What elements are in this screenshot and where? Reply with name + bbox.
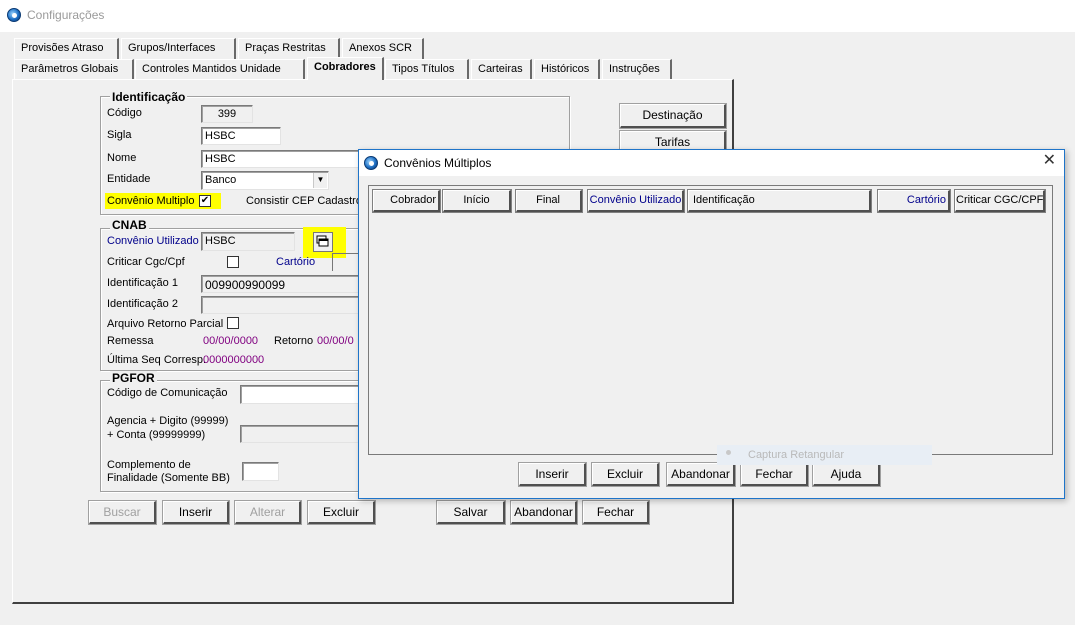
salvar-button[interactable]: Salvar	[436, 500, 506, 525]
column-header-criticar-cgc-cpf[interactable]: Criticar CGC/CPF	[954, 189, 1046, 213]
app-icon	[7, 8, 21, 22]
cartorio-label: Cartório	[276, 256, 316, 268]
tab-anexos-scr[interactable]: Anexos SCR	[342, 38, 424, 59]
codigo-label: Código	[107, 107, 142, 119]
entidade-select[interactable]: Banco ▼	[201, 171, 329, 190]
windows-stack-icon	[316, 235, 329, 247]
fechar-button[interactable]: Fechar	[582, 500, 650, 525]
tab-cobradores[interactable]: Cobradores	[307, 57, 384, 80]
inserir-button[interactable]: Inserir	[162, 500, 230, 525]
identificacao2-field[interactable]	[201, 296, 360, 314]
sigla-field[interactable]: HSBC	[201, 127, 281, 145]
convenio-utilizado-label: Convênio Utilizado	[107, 235, 199, 247]
dialog-fechar-button[interactable]: Fechar	[740, 462, 809, 487]
agencia-label-line2: + Conta (99999999)	[107, 429, 206, 441]
complemento-label-line1: Complemento de	[107, 459, 191, 471]
codigo-field: 399	[201, 105, 253, 123]
dialog-excluir-button[interactable]: Excluir	[591, 462, 660, 487]
tab-parametros-globais[interactable]: Parâmetros Globais	[14, 59, 134, 80]
criticar-cgc-checkbox[interactable]	[227, 256, 239, 268]
dialog-ajuda-button[interactable]: Ajuda	[812, 462, 881, 487]
codigo-comunicacao-label: Código de Comunicação	[107, 387, 228, 399]
ultima-seq-label: Última Seq Corresp.	[107, 354, 207, 366]
cnab-title: CNAB	[110, 218, 149, 232]
column-header-inicio[interactable]: Início	[442, 189, 512, 213]
remessa-label: Remessa	[107, 335, 154, 347]
dialog-app-icon	[364, 156, 378, 170]
close-icon[interactable]: ✕	[1043, 153, 1056, 169]
convenios-multiplos-button[interactable]	[313, 232, 333, 252]
dialog-inserir-button[interactable]: Inserir	[518, 462, 587, 487]
tab-historicos[interactable]: Históricos	[534, 59, 600, 80]
nome-field[interactable]: HSBC	[201, 150, 361, 168]
criticar-cgc-label: Criticar Cgc/Cpf	[107, 256, 185, 268]
codigo-comunicacao-field[interactable]	[240, 385, 360, 404]
complemento-field[interactable]	[242, 462, 279, 481]
dialog-title: Convênios Múltiplos	[384, 156, 492, 170]
remessa-value: 00/00/0000	[203, 335, 259, 347]
entidade-label: Entidade	[107, 173, 151, 185]
sigla-label: Sigla	[107, 129, 132, 141]
ultima-seq-value: 0000000000	[203, 354, 265, 366]
agencia-label-line1: Agencia + Digito (99999)	[107, 415, 229, 427]
excluir-button[interactable]: Excluir	[307, 500, 376, 525]
tab-tipos-titulos[interactable]: Tipos Títulos	[385, 59, 469, 80]
cartorio-field[interactable]	[332, 253, 360, 271]
column-header-final[interactable]: Final	[515, 189, 583, 213]
column-header-cobrador[interactable]: Cobrador	[372, 189, 441, 213]
identificacao2-label: Identificação 2	[107, 298, 178, 310]
convenio-multiplo-checkbox[interactable]: ✔	[199, 195, 211, 207]
identificacao1-field[interactable]: 009900990099	[201, 275, 360, 293]
arquivo-retorno-checkbox[interactable]	[227, 317, 239, 329]
radio-dot-icon	[726, 450, 731, 455]
retorno-value: 00/00/0	[317, 335, 354, 347]
tab-instrucoes[interactable]: Instruções	[602, 59, 672, 80]
column-header-cartorio[interactable]: Cartório	[877, 189, 951, 213]
pgfor-title: PGFOR	[110, 371, 157, 385]
nome-label: Nome	[107, 152, 137, 164]
convenio-utilizado-field: HSBC	[201, 232, 295, 251]
complemento-label-line2: Finalidade (Somente BB)	[107, 472, 230, 484]
captura-retangular-overlay: Captura Retangular	[717, 445, 932, 465]
destinacao-button[interactable]: Destinação	[619, 103, 727, 129]
retorno-label: Retorno	[274, 335, 314, 347]
entidade-value: Banco	[205, 174, 237, 186]
convenios-grid[interactable]: Cobrador Início Final Convênio Utilizado…	[368, 185, 1053, 455]
tab-controles-mantidos-unidade[interactable]: Controles Mantidos Unidade	[135, 59, 305, 80]
column-header-convenio-utilizado[interactable]: Convênio Utilizado	[587, 189, 685, 213]
agencia-conta-field[interactable]	[240, 425, 360, 443]
column-header-identificacao[interactable]: Identificação	[687, 189, 872, 213]
tab-pracas-restritas[interactable]: Praças Restritas	[238, 38, 340, 59]
arquivo-retorno-label: Arquivo Retorno Parcial	[107, 318, 224, 330]
tab-carteiras[interactable]: Carteiras	[471, 59, 532, 80]
window-title: Configurações	[27, 8, 105, 22]
captura-label: Captura Retangular	[748, 449, 845, 461]
tab-provisoes-atraso[interactable]: Provisões Atraso	[14, 38, 119, 59]
chevron-down-icon[interactable]: ▼	[313, 173, 327, 188]
dialog-titlebar: Convênios Múltiplos ✕	[359, 150, 1064, 176]
abandonar-button[interactable]: Abandonar	[510, 500, 578, 525]
alterar-button[interactable]: Alterar	[234, 500, 302, 525]
consistir-cep-label: Consistir CEP Cadastro	[246, 195, 362, 207]
dialog-abandonar-button[interactable]: Abandonar	[666, 462, 736, 487]
identificacao1-label: Identificação 1	[107, 277, 178, 289]
tab-grupos-interfaces[interactable]: Grupos/Interfaces	[121, 38, 236, 59]
window-titlebar: Configurações	[0, 0, 1075, 32]
buscar-button[interactable]: Buscar	[88, 500, 157, 525]
identificacao-title: Identificação	[110, 90, 188, 104]
convenios-multiplos-dialog: Convênios Múltiplos ✕ Cobrador Início Fi…	[358, 149, 1065, 499]
convenio-multiplo-label: Convênio Multiplo	[107, 195, 195, 207]
